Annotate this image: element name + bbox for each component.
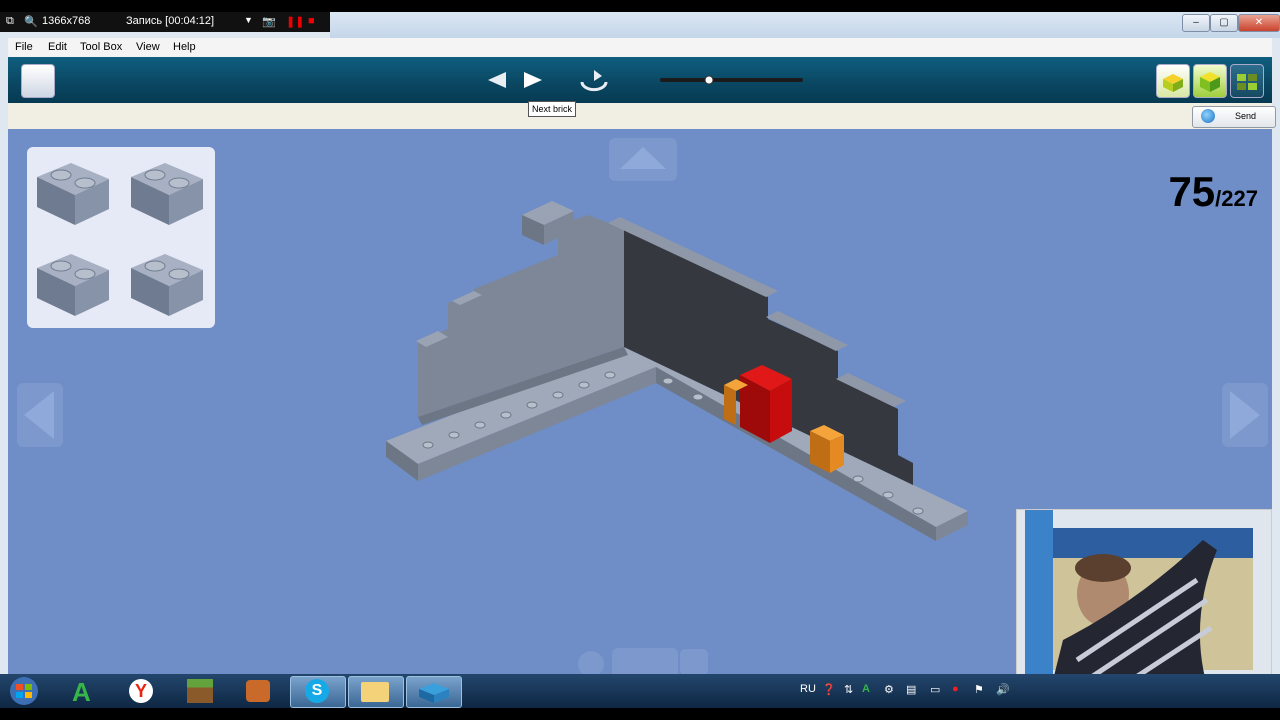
taskbar-lego-designer[interactable]	[406, 676, 462, 708]
menu-help[interactable]: Help	[173, 41, 196, 53]
maximize-button[interactable]: ▢	[1210, 14, 1238, 32]
step-current: 75	[1168, 168, 1216, 215]
taskbar-explorer[interactable]	[348, 676, 404, 708]
menu-file[interactable]: File	[15, 41, 33, 53]
stop-icon[interactable]: ■	[308, 15, 315, 27]
tray-app-icon[interactable]: ▤	[906, 683, 916, 696]
palette-brick[interactable]	[36, 253, 110, 317]
tooltip: Next brick	[528, 101, 577, 117]
send-label: Send	[1235, 111, 1257, 121]
html-export-icon[interactable]	[21, 64, 55, 98]
model-view-icon[interactable]	[1193, 64, 1227, 98]
taskbar-app-bag[interactable]	[232, 676, 286, 706]
zoom-icon[interactable]: 🔍	[24, 15, 38, 28]
zoom-in-icon[interactable]	[680, 649, 708, 674]
minimize-button[interactable]: –	[1182, 14, 1210, 32]
info-strip	[8, 103, 1272, 130]
menu-toolbox[interactable]: Tool Box	[80, 41, 122, 53]
step-counter: 75/227	[1168, 168, 1258, 216]
close-button[interactable]: ✕	[1238, 14, 1280, 32]
tray-app-a-icon[interactable]: A	[862, 683, 870, 695]
help-icon[interactable]: ❓	[822, 683, 836, 696]
language-indicator[interactable]: RU	[800, 683, 816, 695]
parts-palette	[27, 147, 215, 328]
camera-icon[interactable]: 📷	[262, 15, 276, 28]
palette-brick[interactable]	[36, 162, 110, 226]
previous-brick-icon[interactable]	[486, 70, 508, 90]
recorder-menu-icon[interactable]: ⧉	[6, 15, 14, 28]
lego-model	[386, 201, 968, 541]
screen-recorder-bar: ⧉ 🔍 1366x768 Запись [00:04:12] ▼ 📷 ❚❚ ■	[0, 12, 330, 32]
zoom-out-icon[interactable]	[578, 651, 604, 674]
pause-icon[interactable]: ❚❚	[286, 15, 304, 28]
camera-up-button[interactable]	[609, 138, 677, 181]
taskbar: A Y S RU ❓ ⇅ A ⚙ ▤ ▭ ● ⚑ 🔊	[0, 674, 1280, 708]
tray-note-icon[interactable]: ▭	[930, 683, 940, 696]
brick-parts	[36, 162, 204, 317]
menu-view[interactable]: View	[136, 41, 160, 53]
step-total: /227	[1215, 186, 1258, 211]
menu-bar: File Edit Tool Box View Help	[8, 38, 1272, 57]
camera-left-button[interactable]	[17, 383, 63, 447]
tray-settings-icon[interactable]: ⚙	[884, 683, 894, 696]
palette-brick[interactable]	[130, 162, 204, 226]
title-bar: – ▢ ✕	[330, 12, 1280, 38]
toolbar	[8, 57, 1272, 103]
taskbar-skype[interactable]: S	[290, 676, 346, 708]
camera-down-button[interactable]	[612, 648, 678, 674]
palette-brick[interactable]	[130, 253, 204, 317]
taskbar-yandex-browser[interactable]: Y	[116, 676, 170, 706]
camera-right-button[interactable]	[1222, 383, 1268, 447]
taskbar-app-a[interactable]: A	[58, 676, 112, 707]
step-slider[interactable]	[660, 75, 805, 85]
record-icon[interactable]: ●	[952, 683, 959, 695]
build-view-icon[interactable]	[1156, 64, 1190, 98]
tray-flag-icon[interactable]: ⚑	[974, 683, 984, 696]
start-button[interactable]	[4, 676, 44, 706]
recorder-status: Запись [00:04:12]	[126, 15, 215, 27]
steps-view-icon[interactable]	[1230, 64, 1264, 98]
taskbar-minecraft[interactable]	[174, 676, 228, 706]
recorder-resolution: 1366x768	[42, 15, 91, 27]
next-brick-icon[interactable]	[522, 70, 544, 90]
menu-edit[interactable]: Edit	[48, 41, 67, 53]
globe-icon	[1201, 109, 1215, 123]
rotate-icon[interactable]	[576, 68, 612, 92]
send-button[interactable]: Send	[1192, 106, 1276, 128]
recorder-dropdown-icon[interactable]: ▼	[244, 15, 253, 25]
network-icon[interactable]: ⇅	[844, 683, 853, 696]
volume-icon[interactable]: 🔊	[996, 683, 1010, 696]
